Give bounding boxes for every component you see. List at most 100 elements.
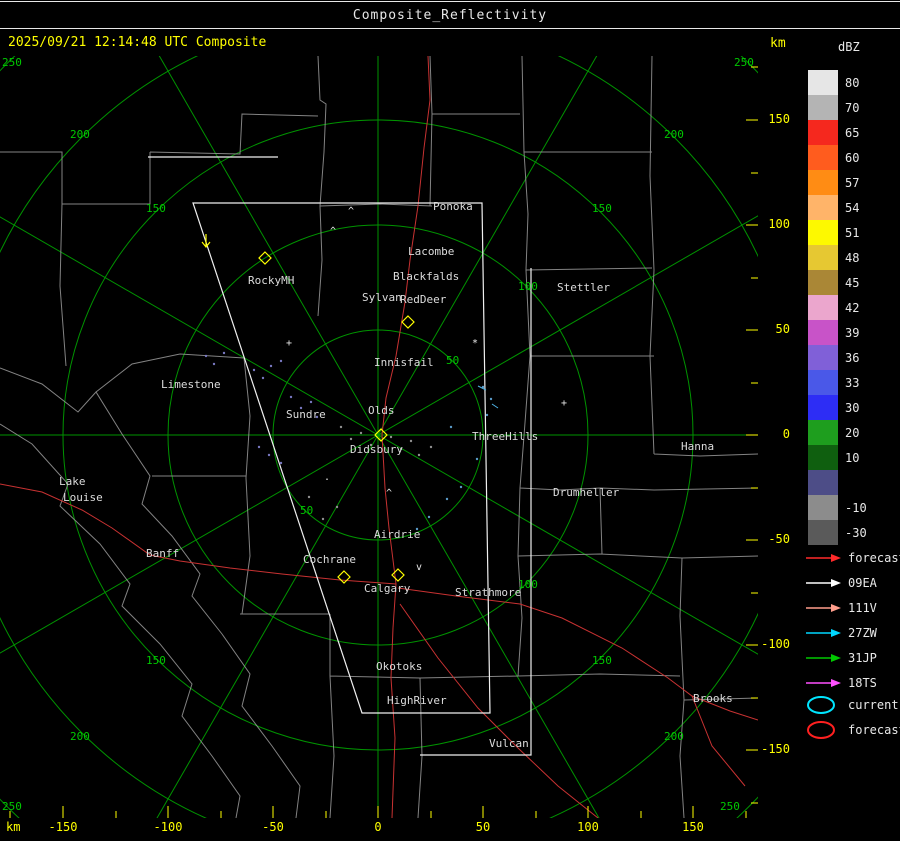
site-marker-diamond	[401, 315, 415, 329]
colorbar-swatch	[808, 345, 838, 370]
town-label-ponoka: Ponoka	[433, 200, 473, 213]
range-label: 50	[300, 504, 313, 517]
right-axis-tick: 50	[775, 322, 790, 336]
bottom-axis-tick: 50	[475, 820, 491, 834]
legend-item-label: forecast	[848, 551, 900, 565]
point-marker: ^	[386, 488, 392, 499]
colorbar-entry-label: 57	[845, 175, 860, 190]
legend-item-label: forecast	[848, 723, 900, 737]
town-label-rockymh: RockyMH	[248, 274, 294, 287]
bottom-axis-tick: 0	[374, 820, 382, 834]
town-label-okotoks: Okotoks	[376, 660, 422, 673]
town-label-louise: Louise	[63, 491, 103, 504]
town-label-sylvan: Sylvan	[362, 291, 402, 304]
right-axis-tick: -150	[761, 742, 790, 756]
colorbar-entry: 70	[808, 95, 873, 120]
town-label-drumheller: Drumheller	[553, 486, 620, 499]
colorbar-entry: 33	[808, 370, 873, 395]
title-bar: Composite_Reflectivity	[0, 1, 900, 29]
storm-track-arrow-icon	[806, 627, 842, 639]
colorbar-unit-label: dBZ	[838, 40, 860, 54]
range-label: 250	[734, 56, 754, 69]
colorbar-swatch	[808, 220, 838, 245]
colorbar-entry-label: 80	[845, 75, 860, 90]
colorbar-entry-label: 42	[845, 300, 860, 315]
site-marker-diamond	[337, 570, 351, 584]
point-marker: ^	[348, 206, 354, 217]
range-label: 50	[446, 354, 459, 367]
bottom-axis-tick: -100	[153, 820, 183, 834]
colorbar-entry: -10	[808, 495, 873, 520]
colorbar-entry: 65	[808, 120, 873, 145]
colorbar-entry: 57	[808, 170, 873, 195]
colorbar-swatch	[808, 445, 838, 470]
colorbar-swatch	[808, 195, 838, 220]
colorbar-swatch	[808, 370, 838, 395]
colorbar-entry-label: 33	[845, 375, 860, 390]
timestamp: 2025/09/21 12:14:48 UTC Composite	[8, 35, 267, 50]
point-marker: .	[324, 472, 330, 483]
legend-item-label: 18TS	[848, 676, 877, 690]
town-label-banff: Banff	[146, 547, 179, 560]
right-axis-unit: km	[770, 36, 786, 51]
town-label-lacombe: Lacombe	[408, 245, 454, 258]
current-cell-ellipse-icon	[806, 695, 842, 715]
legend-item-31jp: 31JP	[806, 647, 877, 669]
colorbar-entry: 51	[808, 220, 873, 245]
colorbar-entry-label: 70	[845, 100, 860, 115]
polar-grid	[0, 0, 900, 841]
site-marker-arrow	[201, 234, 211, 248]
colorbar-entry: 42	[808, 295, 873, 320]
radar-map: ^ ^ * + ^ v + . 250 200 150 250 200 150 …	[0, 0, 900, 841]
colorbar-swatch	[808, 170, 838, 195]
right-axis-tick: -100	[761, 637, 790, 651]
colorbar-entry-label: 60	[845, 150, 860, 165]
forecast-cell-ellipse-icon	[806, 720, 842, 740]
town-label-olds: Olds	[368, 404, 395, 417]
range-label: 200	[664, 730, 684, 743]
legend-item-111v: 111V	[806, 597, 877, 619]
town-label-limestone: Limestone	[161, 378, 221, 391]
range-label: 100	[518, 280, 538, 293]
legend-item-27zw: 27ZW	[806, 622, 877, 644]
range-label: 150	[592, 654, 612, 667]
colorbar-entry	[808, 470, 873, 495]
legend-item-label: 31JP	[848, 651, 877, 665]
town-label-strathmore: Strathmore	[455, 586, 521, 599]
colorbar-swatch	[808, 145, 838, 170]
colorbar-entry-label: -30	[845, 525, 867, 540]
bottom-axis-tick: 150	[682, 820, 704, 834]
town-label-airdrie: Airdrie	[374, 528, 420, 541]
legend-item-current: current	[806, 694, 899, 716]
colorbar-entry: 45	[808, 270, 873, 295]
colorbar-swatch	[808, 520, 838, 545]
colorbar-entry: 30	[808, 395, 873, 420]
colorbar-entry: 39	[808, 320, 873, 345]
bottom-axis-tick: -150	[48, 820, 78, 834]
colorbar: 80 70 65 60 57 54 51 48 45 42 39 36 33 3…	[808, 70, 873, 545]
colorbar-swatch	[808, 95, 838, 120]
colorbar-entry-label: 65	[845, 125, 860, 140]
town-label-stettler: Stettler	[557, 281, 610, 294]
town-label-didsbury: Didsbury	[350, 443, 403, 456]
colorbar-entry: 20	[808, 420, 873, 445]
colorbar-entry-label: 51	[845, 225, 860, 240]
colorbar-entry-label: 48	[845, 250, 860, 265]
colorbar-swatch	[808, 245, 838, 270]
storm-track-arrow-icon	[806, 677, 842, 689]
colorbar-entry-label: 30	[845, 400, 860, 415]
legend-item-09ea: 09EA	[806, 572, 877, 594]
colorbar-entry-label: 45	[845, 275, 860, 290]
colorbar-entry-label: 54	[845, 200, 860, 215]
legend-item-label: current	[848, 698, 899, 712]
site-marker-diamond	[391, 568, 405, 582]
legend-item-label: 09EA	[848, 576, 877, 590]
colorbar-entry: 80	[808, 70, 873, 95]
colorbar-swatch	[808, 295, 838, 320]
town-label-reddeer: RedDeer	[400, 293, 447, 306]
range-label: 250	[720, 800, 740, 813]
colorbar-swatch	[808, 420, 838, 445]
town-label-hanna: Hanna	[681, 440, 714, 453]
colorbar-swatch	[808, 120, 838, 145]
colorbar-entry: -30	[808, 520, 873, 545]
